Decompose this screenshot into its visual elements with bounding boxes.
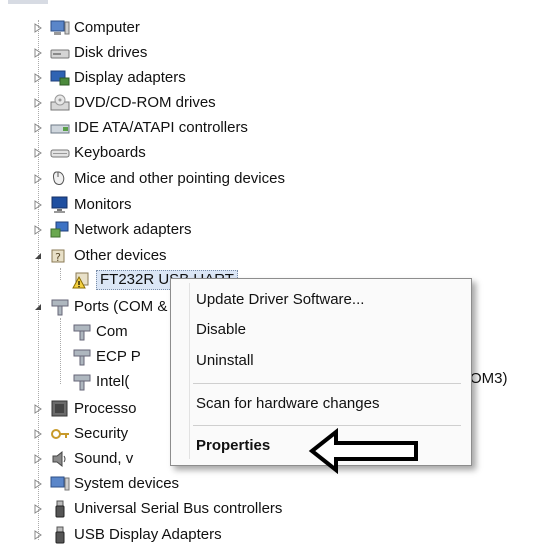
tree-item-computer[interactable]: Computer <box>32 16 140 40</box>
expand-icon[interactable] <box>32 503 44 515</box>
menu-item-properties[interactable]: Properties <box>196 437 270 454</box>
expand-icon[interactable] <box>32 47 44 59</box>
menu-separator <box>193 425 461 426</box>
tree-item-keyboards[interactable]: Keyboards <box>32 141 146 165</box>
processor-icon <box>50 400 70 418</box>
menu-item-disable[interactable]: Disable <box>196 321 246 338</box>
tree-item-label: Keyboards <box>74 144 146 161</box>
arrow-annotation-icon <box>308 428 418 474</box>
tree-item-sound[interactable]: Sound, v <box>32 447 133 471</box>
tree-item-other-devices[interactable]: ? Other devices <box>32 244 167 268</box>
ide-controller-icon <box>50 119 70 137</box>
tree-item-processors[interactable]: Processo <box>32 397 137 421</box>
display-adapter-icon <box>50 69 70 87</box>
expand-icon[interactable] <box>32 478 44 490</box>
expand-icon[interactable] <box>32 173 44 185</box>
collapse-icon[interactable] <box>32 250 44 262</box>
scroll-header-fragment <box>8 0 48 4</box>
svg-text:?: ? <box>55 251 61 264</box>
tree-item-label: Security <box>74 425 129 442</box>
port-icon <box>50 298 70 316</box>
tree-item-dvd-drives[interactable]: DVD/CD-ROM drives <box>32 91 216 115</box>
tree-item-system-devices[interactable]: System devices <box>32 472 179 496</box>
computer-icon <box>50 19 70 37</box>
tree-item-port-com[interactable]: Com <box>62 320 128 344</box>
collapse-icon[interactable] <box>32 301 44 313</box>
tree-item-disk-drives[interactable]: Disk drives <box>32 41 147 65</box>
tree-item-label: Sound, v <box>74 450 134 467</box>
tree-item-mice[interactable]: Mice and other pointing devices <box>32 167 285 191</box>
expand-icon[interactable] <box>32 122 44 134</box>
warning-device-icon <box>72 271 92 289</box>
port-icon <box>72 373 92 391</box>
keyboard-icon <box>50 144 70 162</box>
tree-item-label: USB Display Adapters <box>74 526 222 543</box>
usb-icon <box>50 500 70 518</box>
expand-icon[interactable] <box>32 147 44 159</box>
tree-item-port-ecp[interactable]: ECP P <box>62 345 141 369</box>
menu-gutter <box>189 283 190 459</box>
tree-item-display-adapters[interactable]: Display adapters <box>32 66 186 90</box>
disk-drive-icon <box>50 44 70 62</box>
port-icon <box>72 348 92 366</box>
tree-item-label: Computer <box>74 19 140 36</box>
tree-item-label: Com <box>96 323 128 340</box>
tree-item-label: IDE ATA/ATAPI controllers <box>74 119 248 136</box>
tree-item-label: Universal Serial Bus controllers <box>74 500 283 517</box>
expand-icon[interactable] <box>32 199 44 211</box>
expand-icon[interactable] <box>32 529 44 541</box>
tree-item-network-adapters[interactable]: Network adapters <box>32 218 192 242</box>
expand-icon[interactable] <box>32 453 44 465</box>
expand-icon[interactable] <box>32 72 44 84</box>
tree-item-label: System devices <box>74 475 180 492</box>
mouse-icon <box>50 170 70 188</box>
menu-item-update-driver[interactable]: Update Driver Software... <box>196 291 364 308</box>
tree-item-ide-controllers[interactable]: IDE ATA/ATAPI controllers <box>32 116 248 140</box>
expand-icon[interactable] <box>32 428 44 440</box>
usb-icon <box>50 526 70 544</box>
tree-item-usb-controllers[interactable]: Universal Serial Bus controllers <box>32 497 282 521</box>
tree-item-label: Display adapters <box>74 69 186 86</box>
menu-item-scan-hardware[interactable]: Scan for hardware changes <box>196 395 379 412</box>
tree-item-label: ECP P <box>96 348 141 365</box>
tree-item-label: Other devices <box>74 247 167 264</box>
expand-icon[interactable] <box>32 403 44 415</box>
dvd-drive-icon <box>50 94 70 112</box>
sound-icon <box>50 450 70 468</box>
tree-item-label: Disk drives <box>74 44 148 61</box>
tree-item-monitors[interactable]: Monitors <box>32 193 132 217</box>
other-devices-icon: ? <box>50 247 70 265</box>
menu-item-uninstall[interactable]: Uninstall <box>196 352 254 369</box>
tree-item-label: Mice and other pointing devices <box>74 170 285 187</box>
system-devices-icon <box>50 475 70 493</box>
monitor-icon <box>50 196 70 214</box>
tree-item-label: Monitors <box>74 196 132 213</box>
expand-icon[interactable] <box>32 224 44 236</box>
tree-item-port-intel[interactable]: Intel( <box>62 370 129 394</box>
tree-item-usb-display-adapters[interactable]: USB Display Adapters <box>32 523 222 547</box>
port-icon <box>72 323 92 341</box>
tree-item-label: Processo <box>74 400 137 417</box>
tree-item-security[interactable]: Security <box>32 422 128 446</box>
tree-item-label: DVD/CD-ROM drives <box>74 94 216 111</box>
network-adapter-icon <box>50 221 70 239</box>
port-intel-label-tail: OM3) <box>470 370 508 387</box>
tree-item-label: Network adapters <box>74 221 192 238</box>
tree-item-label: Intel( <box>96 373 130 390</box>
expand-icon[interactable] <box>32 22 44 34</box>
expand-icon[interactable] <box>32 97 44 109</box>
security-icon <box>50 425 70 443</box>
menu-separator <box>193 383 461 384</box>
